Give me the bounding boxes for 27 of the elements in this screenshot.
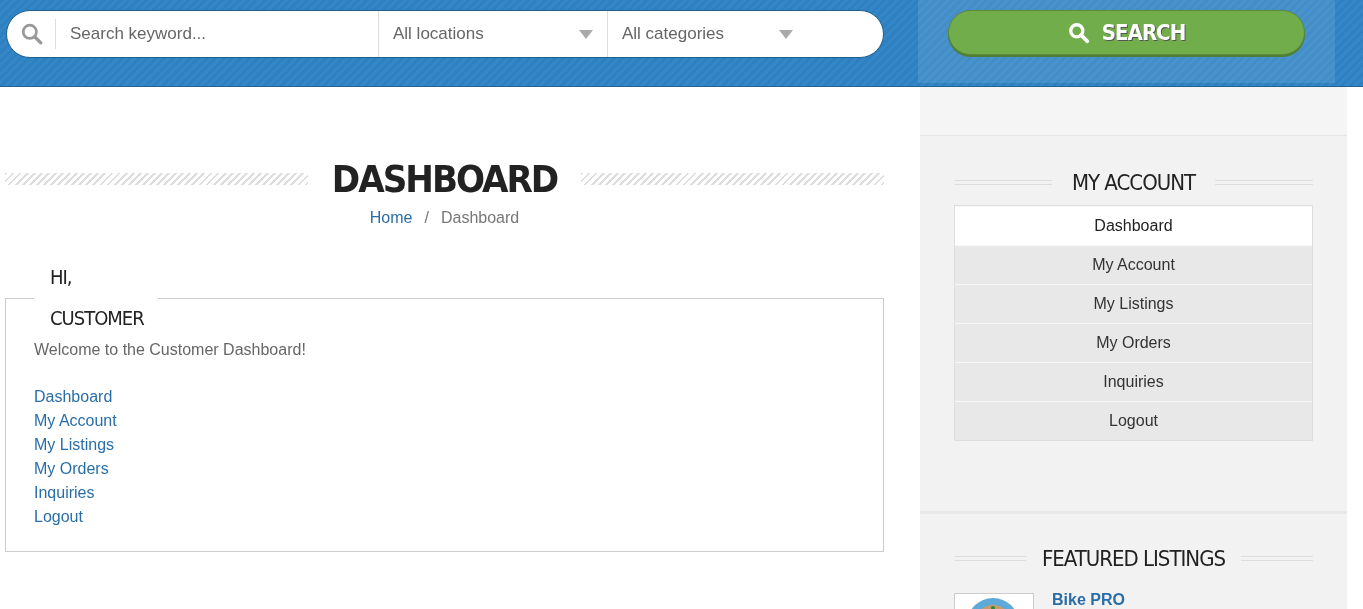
breadcrumb-link[interactable]: Home bbox=[369, 209, 413, 227]
account-menu-item[interactable]: Logout bbox=[955, 401, 1312, 440]
dashboard-link[interactable]: Inquiries bbox=[34, 481, 95, 505]
search-icon bbox=[21, 23, 43, 45]
dashboard-link[interactable]: My Orders bbox=[34, 457, 109, 481]
category-select[interactable]: All categories bbox=[607, 11, 807, 57]
breadcrumb-current: Dashboard bbox=[440, 209, 520, 227]
dashboard-link[interactable]: My Listings bbox=[34, 433, 115, 457]
page-title: DASHBOARD bbox=[331, 157, 558, 201]
search-icon bbox=[1067, 21, 1090, 44]
account-menu-item[interactable]: Inquiries bbox=[955, 362, 1312, 401]
dropdown-caret-icon bbox=[779, 29, 793, 39]
dashboard-link[interactable]: Logout bbox=[34, 505, 83, 529]
dropdown-caret-icon bbox=[579, 29, 593, 39]
sidebar-heading: FEATURED LISTINGS bbox=[1041, 546, 1226, 571]
location-select[interactable]: All locations bbox=[378, 11, 607, 57]
account-menu-item[interactable]: Dashboard bbox=[955, 206, 1312, 245]
dashboard-link[interactable]: My Account bbox=[34, 409, 117, 433]
account-menu-item[interactable]: My Listings bbox=[955, 284, 1312, 323]
keyword-input[interactable]: Search keyword... bbox=[55, 19, 378, 49]
welcome-text: Welcome to the Customer Dashboard! bbox=[34, 341, 307, 359]
listing-title-link[interactable]: Bike PRO bbox=[1052, 593, 1125, 609]
breadcrumb-separator: / bbox=[424, 209, 429, 227]
dashboard-link[interactable]: Dashboard bbox=[34, 385, 113, 409]
account-menu-item[interactable]: My Orders bbox=[955, 323, 1312, 362]
sidebar-heading: MY ACCOUNT bbox=[1071, 170, 1196, 195]
account-menu-item[interactable]: My Account bbox=[955, 245, 1312, 284]
